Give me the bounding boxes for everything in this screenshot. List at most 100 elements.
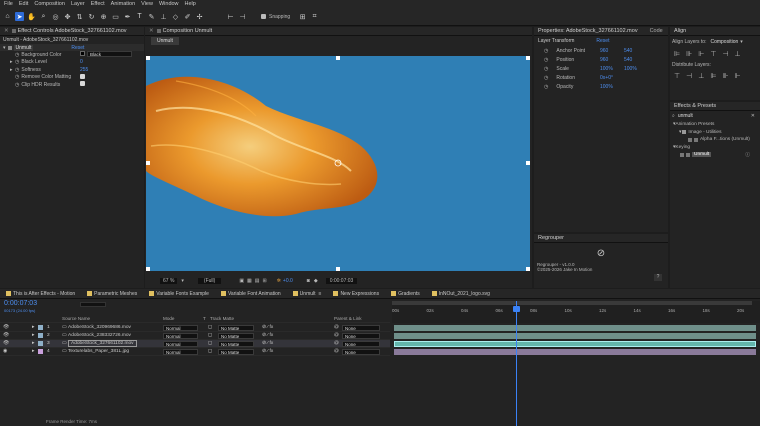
bbox-handle[interactable] <box>336 56 340 60</box>
blend-mode-dropdown[interactable]: Normal <box>163 349 198 355</box>
stopwatch-icon[interactable]: ◷ <box>544 84 548 90</box>
stopwatch-icon[interactable]: ◷ <box>544 57 548 63</box>
layer-row[interactable]: 👁 ▸ 3 ▭ AdobeStock_327661102.mov Normal ◻ No Ma… <box>0 340 390 348</box>
playhead[interactable] <box>516 301 517 426</box>
transform-value-1[interactable]: 960 <box>600 57 608 63</box>
distribute-vcenter-icon[interactable]: ⊣ <box>686 72 692 80</box>
layer-row[interactable]: ◉ ▸ 4 ▭ Texturelabs_Paper_381L.jpg Normal ◻ No … <box>0 348 390 356</box>
expand-arrow-icon[interactable]: ▾ <box>3 45 6 51</box>
align-center-icon[interactable]: ⊣ <box>238 12 247 21</box>
pick-whip-icon[interactable]: @ <box>334 325 339 330</box>
visibility-eye-icon[interactable]: 👁 <box>3 341 9 346</box>
properties-reset[interactable]: Reset <box>596 38 609 44</box>
type-tool-icon[interactable]: T <box>135 12 144 21</box>
bbox-handle[interactable] <box>526 56 530 60</box>
clone-stamp-icon[interactable]: ⊥ <box>159 12 168 21</box>
transform-value-1[interactable]: 100% <box>600 84 613 90</box>
region-icon[interactable]: ▣ <box>239 278 244 284</box>
expand-arrow-icon[interactable]: ▾ <box>679 130 681 135</box>
snap-options-icon[interactable]: ⌗ <box>310 12 319 21</box>
pick-whip-icon[interactable]: @ <box>334 333 339 338</box>
layer-name[interactable]: AdobeStock_320969686.mov <box>68 325 131 330</box>
fx-icon[interactable] <box>7 45 12 50</box>
stopwatch-icon[interactable]: ◷ <box>15 59 19 65</box>
roto-brush-icon[interactable]: ✐ <box>183 12 192 21</box>
regrouper-tab[interactable]: Regrouper <box>534 234 668 243</box>
comp-breadcrumb[interactable]: Unmult <box>151 37 179 45</box>
effects-presets-tab[interactable]: Effects & Presets <box>670 102 760 111</box>
rotate-tool-icon[interactable]: ↻ <box>87 12 96 21</box>
work-area-bar[interactable] <box>392 301 752 305</box>
visibility-eye-icon[interactable]: 👁 <box>3 333 9 338</box>
properties-tab[interactable]: Properties: AdobeStock_327661102.mov Cod… <box>534 27 668 36</box>
chevron-down-icon[interactable]: ▾ <box>740 39 743 45</box>
menu-window[interactable]: Window <box>159 1 179 7</box>
close-icon[interactable]: ✕ <box>149 28 154 34</box>
background-color-dropdown[interactable]: Black <box>87 51 132 58</box>
preserve-transparency-icon[interactable]: ◻ <box>208 341 212 346</box>
comp-canvas[interactable] <box>146 56 530 271</box>
blend-mode-dropdown[interactable]: Normal <box>163 333 198 339</box>
visibility-eye-icon[interactable]: 👁 <box>3 325 9 330</box>
effect-checkbox[interactable] <box>80 81 85 87</box>
mask-toggle-icon[interactable]: ▤ <box>255 278 260 284</box>
bbox-handle[interactable] <box>336 267 340 271</box>
parent-dropdown[interactable]: None <box>342 325 380 331</box>
color-swatch[interactable] <box>80 51 85 57</box>
align-tab[interactable]: Align <box>670 27 760 36</box>
effect-property-row[interactable]: ◷ Background Color Black <box>0 51 144 59</box>
preserve-transparency-icon[interactable]: ◻ <box>208 325 212 330</box>
expand-arrow-icon[interactable]: ▸ <box>32 349 34 354</box>
timeline-tab[interactable]: This is After Effects - Motion <box>6 291 75 297</box>
bbox-handle[interactable] <box>146 56 150 60</box>
distribute-left-icon[interactable]: ⊫ <box>710 72 716 80</box>
zoom-dropdown[interactable]: 67 % <box>160 278 178 284</box>
menu-composition[interactable]: Composition <box>34 1 65 7</box>
dolly-tool-icon[interactable]: ⇅ <box>75 12 84 21</box>
resolution-dropdown[interactable]: (Full) <box>197 278 222 284</box>
timeline-search-input[interactable] <box>80 302 106 307</box>
layer-color-label[interactable] <box>38 333 43 338</box>
effect-property-row[interactable]: ▸ ◷ Black Level 0 <box>0 59 144 67</box>
timeline-tab[interactable]: Variable Font Animation <box>220 291 281 297</box>
orbit-tool-icon[interactable]: ◎ <box>51 12 60 21</box>
bbox-handle[interactable] <box>526 267 530 271</box>
distribute-top-icon[interactable]: ⊤ <box>674 72 680 80</box>
blend-mode-dropdown[interactable]: Normal <box>163 325 198 331</box>
stopwatch-icon[interactable]: ◷ <box>15 52 19 58</box>
comp-timecode[interactable]: 0:00:07:03 <box>325 278 358 284</box>
align-left-icon[interactable]: ⊢ <box>226 12 235 21</box>
timeline-tab[interactable]: Unmult ≡ <box>292 291 321 297</box>
effect-property-row[interactable]: ▸ ◷ Softness 255 <box>0 66 144 74</box>
home-icon[interactable]: ⌂ <box>3 12 12 21</box>
menu-animation[interactable]: Animation <box>111 1 135 7</box>
timeline-timecode[interactable]: 0:00:07:03 <box>4 300 37 307</box>
effect-property-row[interactable]: ◷ Remove Color Matting <box>0 73 144 82</box>
layer-name[interactable]: AdobeStock_327661102.mov <box>68 340 137 347</box>
align-hcenter-icon[interactable]: ⊪ <box>686 50 692 58</box>
time-ruler[interactable]: 00s 02s 04s 06s 08s 10s 12s 14s 16s 18s 20s <box>392 301 760 323</box>
guides-icon[interactable]: ⊞ <box>263 278 267 284</box>
menu-file[interactable]: File <box>4 1 13 7</box>
reset-link[interactable]: Reset <box>71 45 84 51</box>
transform-value-1[interactable]: 960 <box>600 48 608 54</box>
timeline-tab[interactable]: Variable Fonts Example <box>149 291 209 297</box>
menu-edit[interactable]: Edit <box>19 1 28 7</box>
effect-property-row[interactable]: ◷ Clip HDR Results <box>0 81 144 89</box>
timeline-tab[interactable]: Gradients <box>391 291 420 297</box>
parent-dropdown[interactable]: None <box>342 349 380 355</box>
pick-whip-icon[interactable]: @ <box>334 341 339 346</box>
bbox-handle[interactable] <box>146 161 150 165</box>
preset-tree-item[interactable]: Unmult ⓘ <box>670 151 760 159</box>
layer-row[interactable]: 👁 ▸ 1 ▭ AdobeStock_320969686.mov Normal ◻ No Ma… <box>0 324 390 332</box>
effect-controls-tab[interactable]: ✕ Effect Controls AdobeStock_327661102.m… <box>0 27 144 36</box>
regrouper-help-icon[interactable]: ? <box>654 274 662 281</box>
switches-icon[interactable]: ⊘ ⁄ fx <box>262 333 273 338</box>
transparency-grid-icon[interactable]: ▦ <box>247 278 252 284</box>
pick-whip-icon[interactable]: @ <box>334 349 339 354</box>
layer-bar[interactable] <box>394 349 756 355</box>
layer-row[interactable]: 👁 ▸ 2 ▭ AdobeStock_238332726.mov Normal ◻ No Ma… <box>0 332 390 340</box>
pan-tool-icon[interactable]: ✥ <box>63 12 72 21</box>
align-top-icon[interactable]: ⊤ <box>710 50 716 58</box>
align-left-icon[interactable]: ⊫ <box>674 50 680 58</box>
